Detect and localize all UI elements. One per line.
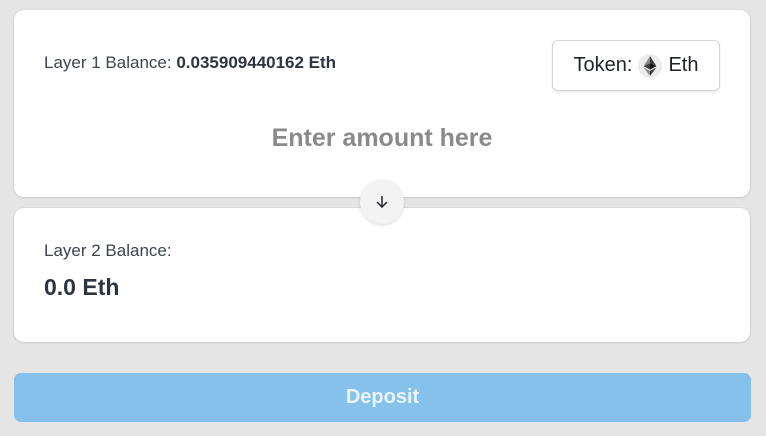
ethereum-icon — [638, 53, 663, 78]
layer1-card: Layer 1 Balance: 0.035909440162 Eth Toke… — [14, 10, 750, 197]
token-select-button[interactable]: Token: Eth — [552, 40, 720, 91]
token-label: Token: — [573, 54, 633, 76]
layer1-balance-label: Layer 1 Balance: — [44, 53, 172, 72]
direction-button[interactable] — [360, 180, 404, 224]
layer2-card: Layer 2 Balance: 0.0 Eth — [14, 208, 750, 342]
arrow-down-icon — [376, 195, 388, 208]
amount-input[interactable] — [14, 118, 750, 158]
layer1-balance-value: 0.035909440162 Eth — [176, 53, 337, 72]
layer2-balance-label: Layer 2 Balance: — [44, 241, 172, 260]
token-symbol: Eth — [668, 54, 699, 76]
deposit-button[interactable]: Deposit — [14, 373, 751, 422]
layer2-balance-value: 0.0 Eth — [44, 274, 120, 300]
layer1-balance: Layer 1 Balance: 0.035909440162 Eth — [44, 53, 336, 73]
